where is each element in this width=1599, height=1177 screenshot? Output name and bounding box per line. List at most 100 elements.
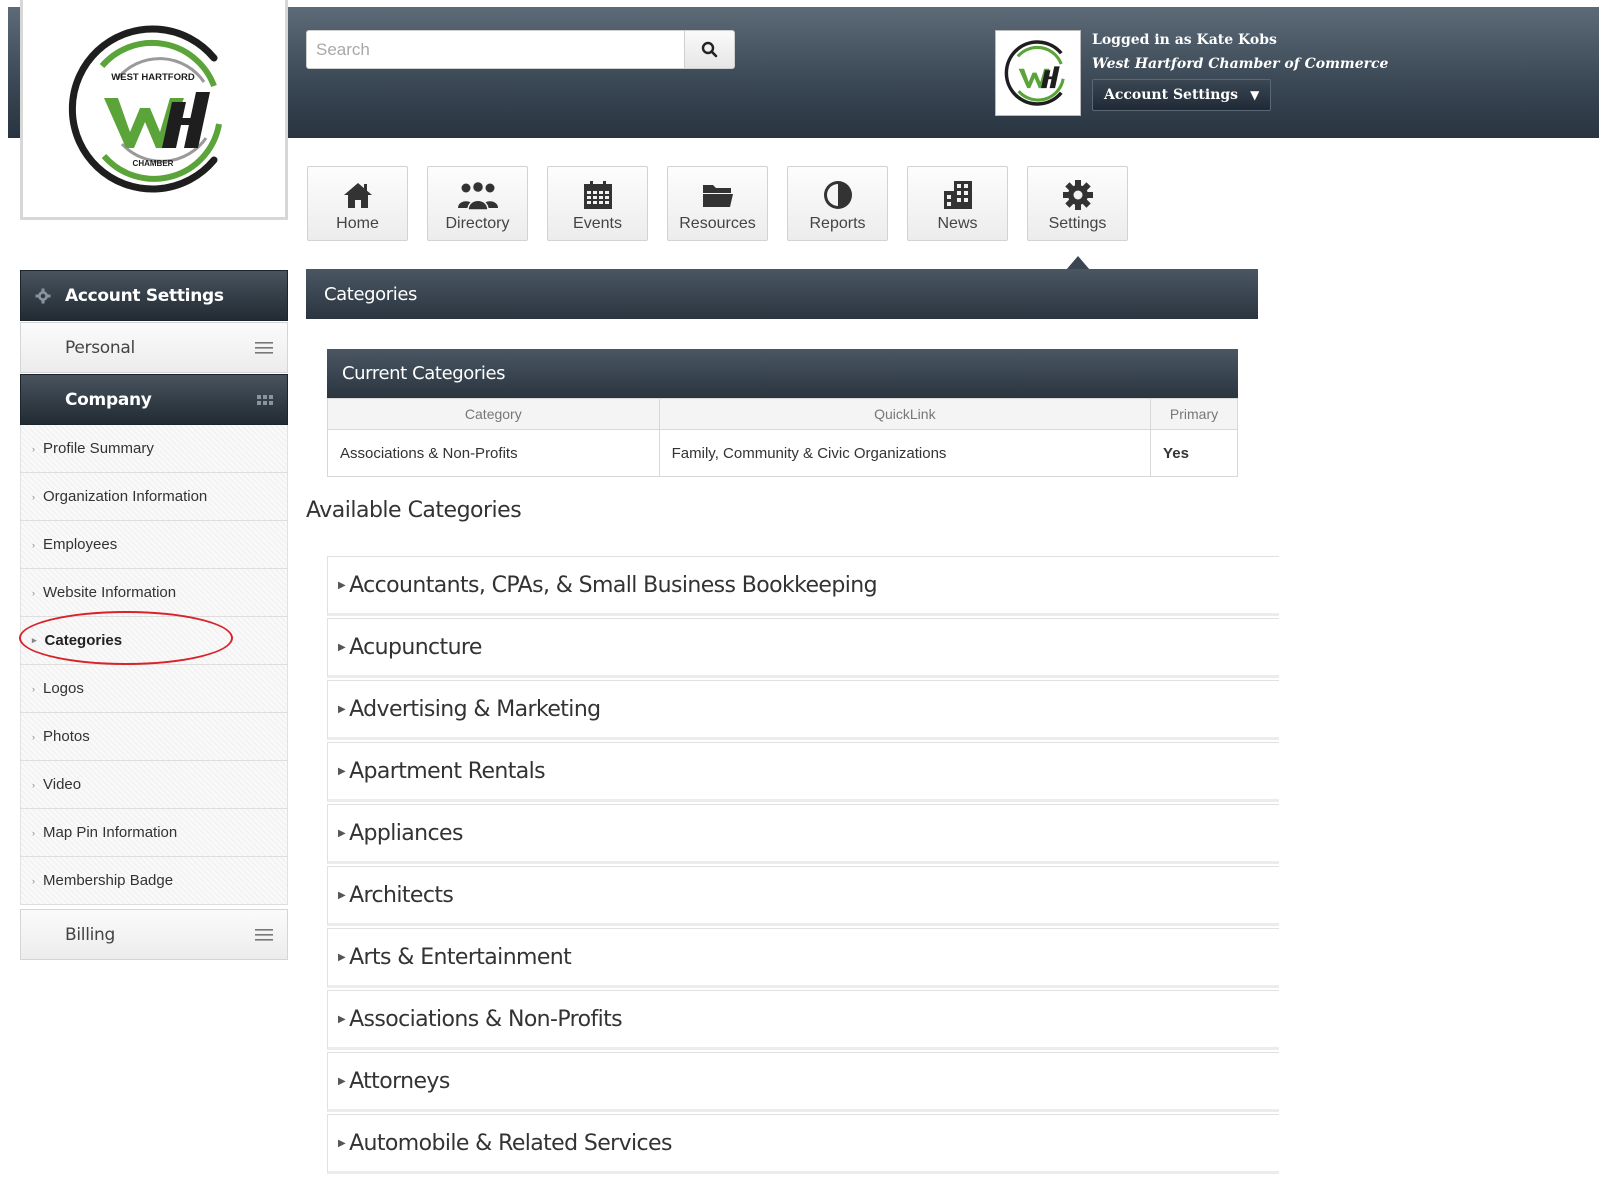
- caret-down-icon: ▼: [1250, 88, 1260, 102]
- sidebar-item-label: Video: [43, 776, 82, 793]
- nav-events-label: Events: [573, 215, 622, 232]
- nav-news[interactable]: News: [907, 166, 1008, 241]
- sidebar-item-label: Map Pin Information: [43, 824, 178, 841]
- list-item[interactable]: ▶ Arts & Entertainment: [327, 928, 1279, 988]
- arrow-right-icon: ›: [32, 443, 35, 454]
- west-hartford-chamber-logo: WEST HARTFORD CHAMBER: [68, 25, 222, 192]
- column-header-primary: Primary: [1150, 398, 1238, 430]
- table-row: Associations & Non-Profits Family, Commu…: [327, 429, 1238, 477]
- user-org-logo[interactable]: [995, 30, 1081, 116]
- column-header-quicklink: QuickLink: [658, 398, 1152, 430]
- sidebar-title: Account Settings: [20, 270, 288, 321]
- grid-dots-icon: [257, 394, 273, 405]
- category-label: Automobile & Related Services: [349, 1130, 672, 1156]
- nav-settings[interactable]: Settings: [1027, 166, 1128, 270]
- logo-bottom-text: CHAMBER: [133, 159, 174, 168]
- main-nav: Home Directory Events Resources Reports …: [307, 166, 1128, 270]
- sidebar-item-map-pin-information[interactable]: › Map Pin Information: [20, 809, 288, 857]
- category-label: Arts & Entertainment: [349, 944, 572, 970]
- list-item[interactable]: ▶ Architects: [327, 866, 1279, 926]
- nav-resources-label: Resources: [679, 215, 756, 232]
- list-item[interactable]: ▶ Advertising & Marketing: [327, 680, 1279, 740]
- arrow-right-icon: ›: [32, 539, 35, 550]
- nav-home-label: Home: [336, 215, 379, 232]
- logged-in-text: Logged in as Kate Kobs: [1092, 32, 1277, 48]
- arrow-right-icon: ›: [32, 827, 35, 838]
- category-label: Attorneys: [349, 1068, 450, 1094]
- sidebar-title-label: Account Settings: [65, 285, 224, 306]
- user-info: Logged in as Kate Kobs West Hartford Cha…: [1092, 32, 1388, 111]
- sidebar-item-video[interactable]: › Video: [20, 761, 288, 809]
- gear-icon: [1062, 179, 1093, 210]
- triangle-right-icon: ▶: [338, 1013, 346, 1025]
- sidebar-item-label: Logos: [43, 680, 84, 697]
- category-label: Acupuncture: [349, 634, 482, 660]
- nav-home[interactable]: Home: [307, 166, 408, 241]
- sidebar-group-billing-label: Billing: [65, 924, 116, 945]
- sidebar-item-employees[interactable]: › Employees: [20, 521, 288, 569]
- nav-reports-label: Reports: [809, 215, 866, 232]
- arrow-right-icon: ›: [32, 731, 35, 742]
- search-input[interactable]: [306, 30, 685, 69]
- pie-chart-icon: [823, 180, 852, 209]
- search-icon: [701, 41, 718, 58]
- folder-icon: [702, 184, 733, 207]
- category-label: Advertising & Marketing: [349, 696, 601, 722]
- sidebar: Account Settings Personal Company › Profi…: [19, 270, 288, 960]
- sidebar-item-profile-summary[interactable]: › Profile Summary: [20, 425, 288, 473]
- calendar-icon: [583, 180, 612, 209]
- list-item[interactable]: ▶ Apartment Rentals: [327, 742, 1279, 802]
- sidebar-item-organization-information[interactable]: › Organization Information: [20, 473, 288, 521]
- logo-top-text: WEST HARTFORD: [111, 72, 195, 83]
- list-item[interactable]: ▶ Associations & Non-Profits: [327, 990, 1279, 1050]
- sidebar-item-label: Categories: [44, 632, 123, 649]
- column-header-category: Category: [327, 398, 660, 430]
- triangle-right-icon: ▶: [338, 1075, 346, 1087]
- sidebar-item-website-information[interactable]: › Website Information: [20, 569, 288, 617]
- user-org-name: West Hartford Chamber of Commerce: [1092, 56, 1389, 72]
- org-logo[interactable]: WEST HARTFORD CHAMBER: [20, 0, 288, 220]
- sidebar-group-billing[interactable]: Billing: [20, 909, 288, 960]
- triangle-right-icon: ▶: [338, 1137, 346, 1149]
- home-icon: [343, 182, 372, 208]
- people-icon: [457, 180, 498, 210]
- sidebar-item-logos[interactable]: › Logos: [20, 665, 288, 713]
- category-label: Architects: [349, 882, 454, 908]
- list-item[interactable]: ▶ Attorneys: [327, 1052, 1279, 1112]
- triangle-right-icon: ▶: [338, 703, 346, 715]
- account-settings-dropdown[interactable]: Account Settings ▼: [1092, 79, 1272, 111]
- nav-news-label: News: [937, 215, 978, 232]
- nav-events[interactable]: Events: [547, 166, 648, 241]
- sidebar-group-personal[interactable]: Personal: [20, 322, 288, 373]
- sidebar-item-label: Membership Badge: [43, 872, 174, 889]
- sidebar-item-categories[interactable]: ▸ Categories: [19, 611, 288, 665]
- arrow-right-icon: ›: [32, 779, 35, 790]
- arrow-right-icon: ›: [32, 491, 35, 502]
- list-item[interactable]: ▶ Acupuncture: [327, 618, 1279, 678]
- account-settings-label: Account Settings: [1104, 87, 1239, 103]
- sidebar-group-personal-label: Personal: [65, 337, 135, 358]
- menu-lines-icon: [255, 341, 273, 354]
- cell-quicklink: Family, Community & Civic Organizations: [658, 429, 1152, 477]
- user-org-logo-icon: [1004, 40, 1065, 106]
- sidebar-group-company[interactable]: Company: [20, 374, 288, 425]
- triangle-right-icon: ▶: [338, 765, 346, 777]
- list-item[interactable]: ▶ Automobile & Related Services: [327, 1114, 1279, 1174]
- nav-resources[interactable]: Resources: [667, 166, 768, 241]
- list-item[interactable]: ▶ Accountants, CPAs, & Small Business Boo…: [327, 556, 1279, 616]
- sidebar-item-photos[interactable]: › Photos: [20, 713, 288, 761]
- nav-directory[interactable]: Directory: [427, 166, 528, 241]
- sidebar-item-membership-badge[interactable]: › Membership Badge: [20, 857, 288, 905]
- triangle-right-icon: ▶: [338, 889, 346, 901]
- triangle-right-icon: ▶: [338, 579, 346, 591]
- page: { "header": { "org_logo": { "top_text": …: [0, 0, 1599, 1177]
- nav-directory-label: Directory: [445, 215, 510, 232]
- list-item[interactable]: ▶ Appliances: [327, 804, 1279, 864]
- cell-primary: Yes: [1150, 429, 1238, 477]
- arrow-right-icon: ›: [32, 683, 35, 694]
- search-button[interactable]: [685, 30, 735, 69]
- arrow-right-icon: ›: [32, 587, 35, 598]
- category-label: Accountants, CPAs, & Small Business Book…: [349, 572, 877, 598]
- nav-reports[interactable]: Reports: [787, 166, 888, 241]
- category-label: Associations & Non-Profits: [349, 1006, 623, 1032]
